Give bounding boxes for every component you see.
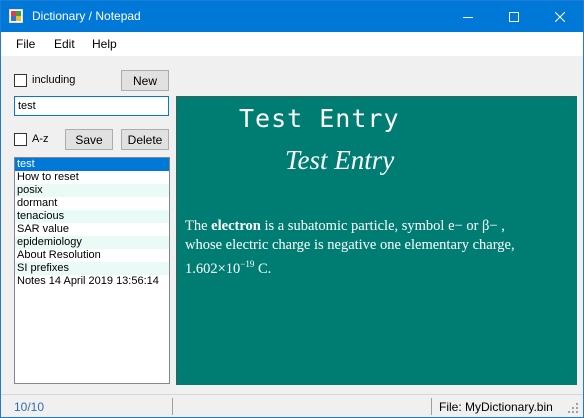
body-value: 1.602×10 xyxy=(185,261,241,277)
list-item[interactable]: Notes 14 April 2019 13:56:14 xyxy=(15,275,169,288)
body-text-rest: is a subatomic particle, symbol e− or β−… xyxy=(260,218,505,234)
close-icon xyxy=(555,11,565,22)
close-button[interactable] xyxy=(537,1,583,32)
entry-heading-mono: Test Entry xyxy=(239,104,400,133)
list-item[interactable]: SI prefixes xyxy=(15,262,169,275)
list-item[interactable]: dormant xyxy=(15,197,169,210)
including-label: including xyxy=(32,74,76,86)
az-label: A-z xyxy=(32,133,49,145)
maximize-button[interactable] xyxy=(491,1,537,32)
new-button[interactable]: New xyxy=(121,70,169,91)
minimize-icon xyxy=(463,16,473,18)
app-window: Dictionary / Notepad File Edit Help incl… xyxy=(0,0,584,418)
main-panel: including New test A-z Save Delete test H… xyxy=(1,56,583,394)
list-item[interactable]: About Resolution xyxy=(15,249,169,262)
entry-list[interactable]: test How to reset posix dormant tenacious SAR… xyxy=(14,157,170,384)
including-checkbox[interactable] xyxy=(14,74,27,87)
minimize-button[interactable] xyxy=(445,1,491,32)
list-item[interactable]: test xyxy=(15,158,169,171)
entry-display: Test Entry Test Entry The electron is a … xyxy=(176,96,577,385)
list-item[interactable]: SAR value xyxy=(15,223,169,236)
menu-edit[interactable]: Edit xyxy=(54,37,75,51)
entry-heading-serif: Test Entry xyxy=(285,145,395,175)
menu-file[interactable]: File xyxy=(16,37,35,51)
status-file: File: MyDictionary.bin xyxy=(439,400,553,414)
body-exponent: −19 xyxy=(240,259,255,269)
menu-help[interactable]: Help xyxy=(92,37,117,51)
status-separator xyxy=(431,398,432,415)
entry-body: The electron is a subatomic particle, sy… xyxy=(185,217,565,279)
maximize-icon xyxy=(509,11,519,22)
window-title: Dictionary / Notepad xyxy=(32,9,141,23)
status-count: 10/10 xyxy=(14,400,45,414)
app-icon xyxy=(9,9,23,23)
az-checkbox[interactable] xyxy=(14,133,27,146)
body-term: electron xyxy=(211,218,261,234)
status-bar: 10/10 File: MyDictionary.bin xyxy=(1,394,583,417)
body-unit: C. xyxy=(254,261,272,277)
save-button[interactable]: Save xyxy=(65,129,113,150)
status-separator xyxy=(172,398,173,415)
list-item[interactable]: tenacious xyxy=(15,210,169,223)
body-text-line2: whose electric charge is negative one el… xyxy=(185,237,515,253)
list-item[interactable]: epidemiology xyxy=(15,236,169,249)
menu-bar: File Edit Help xyxy=(1,32,583,56)
list-item[interactable]: posix xyxy=(15,184,169,197)
search-input[interactable]: test xyxy=(14,96,169,116)
title-bar[interactable]: Dictionary / Notepad xyxy=(1,1,583,32)
resize-grip-icon[interactable] xyxy=(567,402,579,414)
list-item[interactable]: How to reset xyxy=(15,171,169,184)
delete-button[interactable]: Delete xyxy=(121,129,169,150)
body-text-the: The xyxy=(185,218,212,234)
